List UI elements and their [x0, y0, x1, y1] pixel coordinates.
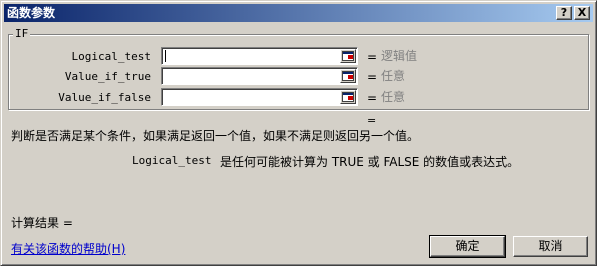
calculation-result-label: 计算结果 =	[11, 216, 73, 230]
arg-result-value-if-false: 任意	[381, 90, 406, 104]
collapse-dialog-button-value-if-false[interactable]	[340, 90, 356, 104]
collapse-dialog-button-value-if-true[interactable]	[340, 69, 356, 83]
arg-eq-value-if-false: =	[367, 91, 378, 105]
function-arguments-dialog: 函数参数 ? X IF Logical_test = 逻辑值 Value_if_…	[0, 0, 597, 266]
window-title: 函数参数	[7, 6, 56, 20]
formula-result-eq: =	[367, 114, 377, 127]
arg-result-value-if-true: 任意	[381, 69, 406, 83]
logical-test-input[interactable]	[161, 47, 358, 65]
value-if-true-input[interactable]	[161, 67, 358, 85]
collapse-dialog-icon	[342, 51, 354, 61]
function-description: 判断是否满足某个条件，如果满足返回一个值，如果不满足则返回另一个值。	[11, 129, 420, 143]
cancel-button[interactable]: 取消	[513, 236, 588, 257]
current-arg-name: Logical_test	[132, 154, 212, 167]
title-bar[interactable]: 函数参数 ? X	[4, 4, 593, 22]
text-caret	[165, 50, 166, 62]
collapse-dialog-button-logical-test[interactable]	[340, 49, 356, 63]
function-help-link[interactable]: 有关该函数的帮助(H)	[11, 240, 125, 257]
arg-eq-value-if-true: =	[367, 70, 378, 84]
arg-label-value-if-false: Value_if_false	[58, 91, 151, 104]
arg-result-logical-test: 逻辑值	[381, 49, 418, 63]
collapse-dialog-icon	[342, 92, 354, 102]
arg-eq-logical-test: =	[367, 50, 378, 64]
value-if-false-input[interactable]	[161, 88, 358, 106]
arg-label-value-if-true: Value_if_true	[64, 70, 151, 83]
current-arg-description: 是任何可能被计算为 TRUE 或 FALSE 的数值或表达式。	[220, 155, 520, 169]
function-name-label: IF	[13, 27, 31, 40]
collapse-dialog-icon	[342, 71, 354, 81]
close-button[interactable]: X	[574, 6, 590, 20]
ok-button[interactable]: 确定	[429, 235, 506, 258]
help-button[interactable]: ?	[556, 6, 572, 20]
arg-label-logical-test: Logical_test	[71, 50, 151, 63]
